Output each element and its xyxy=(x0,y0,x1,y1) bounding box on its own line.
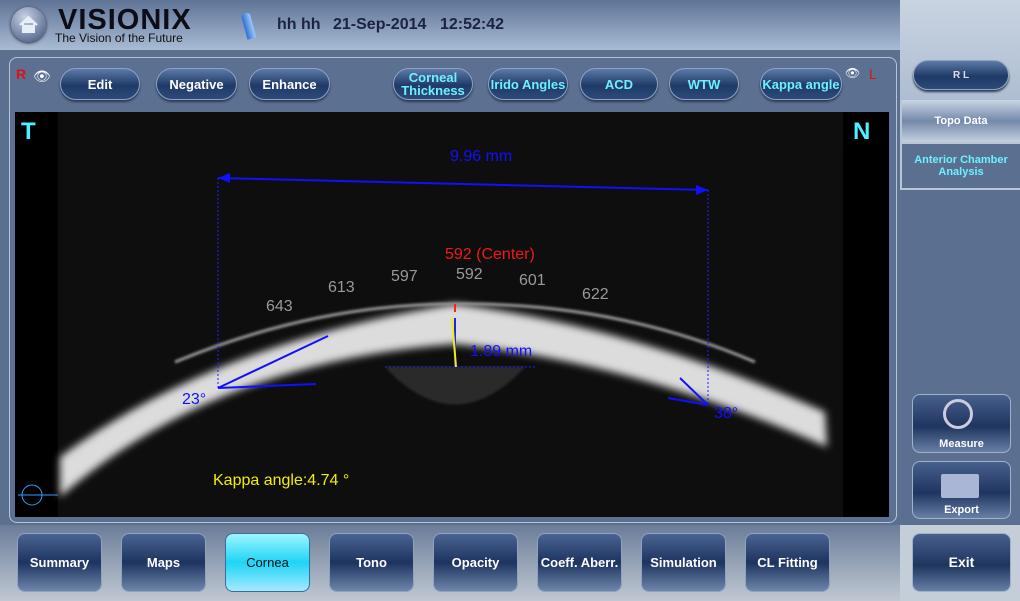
eye-toggle-button[interactable]: R L xyxy=(913,60,1009,90)
pencil-icon[interactable] xyxy=(240,12,257,40)
left-eye-label: L xyxy=(869,66,877,82)
wtw-line xyxy=(217,177,709,191)
anterior-chamber-tab[interactable]: Anterior Chamber Analysis xyxy=(902,144,1020,188)
thickness-value: 622 xyxy=(582,286,609,303)
center-thickness-value: 592 (Center) xyxy=(445,246,535,263)
kappa-angle-button[interactable]: Kappa angle xyxy=(760,68,842,100)
right-angle-value: 38° xyxy=(714,405,739,422)
left-eye-icon[interactable]: 👁 xyxy=(845,66,860,80)
thickness-value: 592 xyxy=(456,266,483,283)
measure-icon xyxy=(943,399,973,429)
folder-icon xyxy=(941,474,979,498)
angle-left-ray1 xyxy=(217,335,329,389)
exam-date: 21-Sep-2014 xyxy=(333,16,427,33)
acd-button[interactable]: ACD xyxy=(580,68,658,100)
acd-value: 1.89 mm xyxy=(470,343,533,360)
tab-summary[interactable]: Summary xyxy=(17,533,102,592)
arrow-left-icon xyxy=(218,173,230,183)
temporal-label: T xyxy=(21,118,36,145)
brand-tagline: The Vision of the Future xyxy=(55,31,183,45)
export-button[interactable]: Export xyxy=(912,461,1011,519)
tab-cornea[interactable]: Cornea xyxy=(225,533,310,592)
exam-time: 12:52:42 xyxy=(440,16,505,33)
arrow-right-icon xyxy=(696,185,708,195)
tab-tono[interactable]: Tono xyxy=(329,533,414,592)
corneal-thickness-button[interactable]: Corneal Thickness xyxy=(393,68,473,100)
thickness-value: 613 xyxy=(328,279,355,296)
nasal-label: N xyxy=(853,118,871,145)
export-label: Export xyxy=(944,504,979,516)
tab-simulation[interactable]: Simulation xyxy=(641,533,726,592)
thickness-value: 601 xyxy=(519,272,546,289)
tab-opacity[interactable]: Opacity xyxy=(433,533,518,592)
scheimpflug-image-viewer[interactable]: T N 9.96 mm 592 (Center) 643 613 597 592… xyxy=(15,112,889,517)
left-angle-value: 23° xyxy=(182,391,207,408)
measure-label: Measure xyxy=(939,438,984,450)
right-eye-label: R xyxy=(16,66,27,82)
eye-icon[interactable]: 👁 xyxy=(33,68,51,85)
wtw-button[interactable]: WTW xyxy=(669,68,739,100)
right-sidebar: R L Topo Data Anterior Chamber Analysis … xyxy=(900,0,1020,601)
home-icon xyxy=(19,15,38,33)
enhance-button[interactable]: Enhance xyxy=(249,68,330,100)
measurement-overlay xyxy=(18,173,709,506)
tab-cl-fitting[interactable]: CL Fitting xyxy=(745,533,830,592)
exit-button[interactable]: Exit xyxy=(912,533,1011,592)
topo-data-tab[interactable]: Topo Data xyxy=(902,100,1020,142)
kappa-angle-value: Kappa angle:4.74 ° xyxy=(213,472,350,489)
tab-maps[interactable]: Maps xyxy=(121,533,206,592)
tab-coeff-aberr[interactable]: Coeff. Aberr. xyxy=(537,533,622,592)
thickness-value: 643 xyxy=(266,298,293,315)
wtw-value: 9.96 mm xyxy=(450,148,513,165)
negative-button[interactable]: Negative xyxy=(156,68,237,100)
patient-name: hh hh xyxy=(277,16,321,33)
edit-button[interactable]: Edit xyxy=(60,68,140,100)
thickness-value: 597 xyxy=(391,268,418,285)
header: VISIONIX The Vision of the Future hh hh … xyxy=(0,0,900,50)
measure-button[interactable]: Measure xyxy=(912,394,1011,453)
irido-angles-button[interactable]: Irido Angles xyxy=(488,68,568,100)
angle-left-ray2 xyxy=(217,383,317,389)
home-button[interactable] xyxy=(11,7,46,42)
